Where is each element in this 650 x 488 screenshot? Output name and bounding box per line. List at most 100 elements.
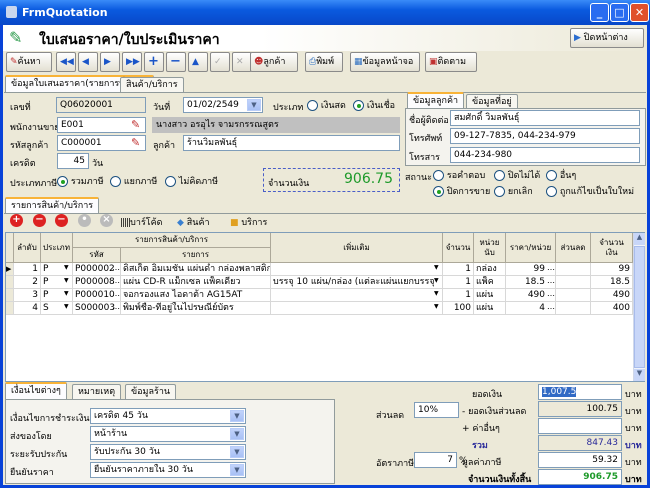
col-unit[interactable]: หน่วยนับ — [474, 233, 506, 263]
cell-desc[interactable]: ดิสเก็ต อิมเมชั่น แผ่นดำ กล่องพลาสติก — [121, 263, 271, 276]
tab-products-services[interactable]: สินค้า/บริการ — [120, 77, 184, 92]
cell-no[interactable]: 3 — [14, 289, 41, 302]
status-other[interactable]: อื่นๆ — [546, 168, 576, 182]
status-closed-sale[interactable]: ปิดการขาย — [433, 184, 490, 198]
tab-items[interactable]: รายการสินค้า/บริการ — [5, 197, 100, 214]
chevron-down-icon[interactable]: ▼ — [434, 277, 439, 284]
cell-extra[interactable]: บรรจุ 10 แผ่น/กล่อง (แต่ละแผ่นแยกบรรจุ — [271, 276, 443, 289]
customer-button[interactable]: ☻ลูกค้า — [250, 52, 298, 72]
scroll-up-icon[interactable]: ▲ — [634, 233, 645, 245]
close-window-button[interactable]: ✕ — [630, 3, 649, 22]
status-waiting[interactable]: รอคำตอบ — [433, 168, 485, 182]
last-record-button[interactable]: ▶▶ — [122, 52, 142, 72]
cell-total[interactable]: 400 — [591, 302, 633, 315]
condition-select[interactable]: รับประกัน 30 วัน ▼ — [90, 444, 246, 460]
tab-customer-info[interactable]: ข้อมูลลูกค้า — [407, 92, 465, 109]
service-button[interactable]: ■ บริการ — [230, 215, 267, 229]
ellipsis-button[interactable]: … — [547, 276, 555, 285]
col-qty[interactable]: จำนวน — [443, 233, 474, 263]
chevron-down-icon[interactable]: ▼ — [434, 303, 439, 310]
cell-extra[interactable] — [271, 289, 443, 302]
close-page-button[interactable]: ▶ ปิดหน้าต่าง — [570, 28, 644, 48]
cell-desc[interactable]: พิมพ์ชื่อ-ที่อยู่ในไปรษณีย์บัตร — [121, 302, 271, 315]
ellipsis-button[interactable]: … — [112, 289, 120, 298]
ellipsis-button[interactable]: … — [112, 276, 120, 285]
cell-unit[interactable]: แผ่น — [474, 302, 506, 315]
cell-discount[interactable] — [556, 263, 591, 276]
radio-tax-inclusive[interactable]: รวมภาษี — [57, 174, 104, 188]
condition-select[interactable]: หน้าร้าน ▼ — [90, 426, 246, 442]
col-price[interactable]: ราคา/หน่วย — [506, 233, 556, 263]
condition-select[interactable]: เครดิต 45 วัน ▼ — [90, 408, 246, 424]
tab-notes[interactable]: หมายเหตุ — [72, 384, 122, 399]
ellipsis-button[interactable]: … — [547, 263, 555, 272]
chevron-down-icon[interactable]: ▼ — [230, 464, 244, 476]
cell-desc[interactable]: แผ่น CD-R แม็กเซล แพ็คเดี่ยว — [121, 276, 271, 289]
discount-field[interactable]: 10% — [414, 402, 459, 418]
cell-discount[interactable] — [556, 276, 591, 289]
chevron-down-icon[interactable]: ▼ — [64, 290, 69, 297]
col-type[interactable]: ประเภท — [41, 233, 73, 263]
ellipsis-button[interactable]: … — [547, 289, 555, 298]
cell-unit[interactable]: แผ่น — [474, 289, 506, 302]
lookup-icon[interactable]: ✎ — [131, 118, 140, 131]
vat-rate-field[interactable]: 7 — [414, 452, 457, 468]
col-code[interactable]: รหัส — [73, 248, 121, 263]
product-button[interactable]: ◆ สินค้า — [177, 215, 210, 229]
grand-field[interactable]: 906.75 — [538, 469, 622, 485]
add-row-icon[interactable]: + — [10, 214, 23, 227]
lookup-icon[interactable]: ✎ — [131, 136, 140, 149]
disabled-action-icon[interactable]: • — [78, 214, 91, 227]
ellipsis-button[interactable]: … — [112, 263, 120, 272]
cancel-button[interactable]: ✕ — [232, 52, 252, 72]
cell-qty[interactable]: 1 — [443, 263, 474, 276]
vertical-scrollbar[interactable]: ▲ ▼ — [633, 233, 645, 381]
chevron-down-icon[interactable]: ▼ — [230, 428, 244, 440]
save-button[interactable]: ✓ — [210, 52, 230, 72]
contact-name-field[interactable]: สมศักดิ์ วิมลพันธุ์ — [450, 110, 640, 126]
prev-record-button[interactable]: ◀ — [78, 52, 98, 72]
col-discount[interactable]: ส่วนลด — [556, 233, 591, 263]
cell-discount[interactable] — [556, 302, 591, 315]
barcode-button[interactable]: |||||บาร์โค้ด — [120, 215, 162, 229]
row-selector[interactable] — [6, 289, 14, 302]
clear-row-icon[interactable]: − — [55, 214, 68, 227]
cell-extra[interactable] — [271, 302, 443, 315]
first-record-button[interactable]: ◀◀ — [56, 52, 76, 72]
condition-select[interactable]: ยืนยันราคาภายใน 30 วัน ▼ — [90, 462, 246, 478]
disabled-cancel-icon[interactable]: × — [100, 214, 113, 227]
phone-field[interactable]: 09-127-7835, 044-234-979 — [450, 128, 640, 144]
radio-tax-exclusive[interactable]: แยกภาษี — [110, 174, 157, 188]
col-total[interactable]: จำนวนเงิน — [591, 233, 633, 263]
cell-total[interactable]: 490 — [591, 289, 633, 302]
scroll-down-icon[interactable]: ▼ — [634, 369, 645, 381]
next-record-button[interactable]: ▶ — [100, 52, 120, 72]
screen-info-button[interactable]: ▦ข้อมูลหน้าจอ — [350, 52, 420, 72]
chevron-down-icon[interactable]: ▼ — [64, 264, 69, 271]
chevron-down-icon[interactable]: ▼ — [247, 99, 261, 111]
radio-cash[interactable]: เงินสด — [307, 98, 346, 112]
vat-field[interactable]: 59.32 — [538, 452, 622, 468]
credit-days-field[interactable]: 45 — [57, 153, 89, 169]
cell-discount[interactable] — [556, 289, 591, 302]
cell-no[interactable]: 2 — [14, 276, 41, 289]
row-selector[interactable] — [6, 276, 14, 289]
chevron-down-icon[interactable]: ▼ — [230, 446, 244, 458]
date-picker[interactable]: 01/02/2549 ▼ — [183, 97, 263, 113]
fax-field[interactable]: 044-234-980 — [450, 147, 640, 163]
other-field[interactable] — [538, 418, 622, 434]
minimize-button[interactable]: _ — [590, 3, 609, 22]
chevron-down-icon[interactable]: ▼ — [64, 277, 69, 284]
status-revised[interactable]: ถูกแก้ไขเป็นใบใหม่ — [546, 184, 634, 198]
status-cancelled[interactable]: ยกเลิก — [494, 184, 533, 198]
ellipsis-button[interactable]: … — [112, 302, 120, 311]
delete-button[interactable]: − — [166, 52, 186, 72]
follow-button[interactable]: ▣ติดตาม — [425, 52, 477, 72]
radio-no-tax[interactable]: ไม่คิดภาษี — [165, 174, 218, 188]
chevron-down-icon[interactable]: ▼ — [64, 303, 69, 310]
cell-desc[interactable]: จอกรองแสง ไอดาต้า AG15AT — [121, 289, 271, 302]
ellipsis-button[interactable]: … — [547, 302, 555, 311]
chevron-down-icon[interactable]: ▼ — [434, 290, 439, 297]
chevron-down-icon[interactable]: ▼ — [434, 264, 439, 271]
cell-qty[interactable]: 1 — [443, 289, 474, 302]
